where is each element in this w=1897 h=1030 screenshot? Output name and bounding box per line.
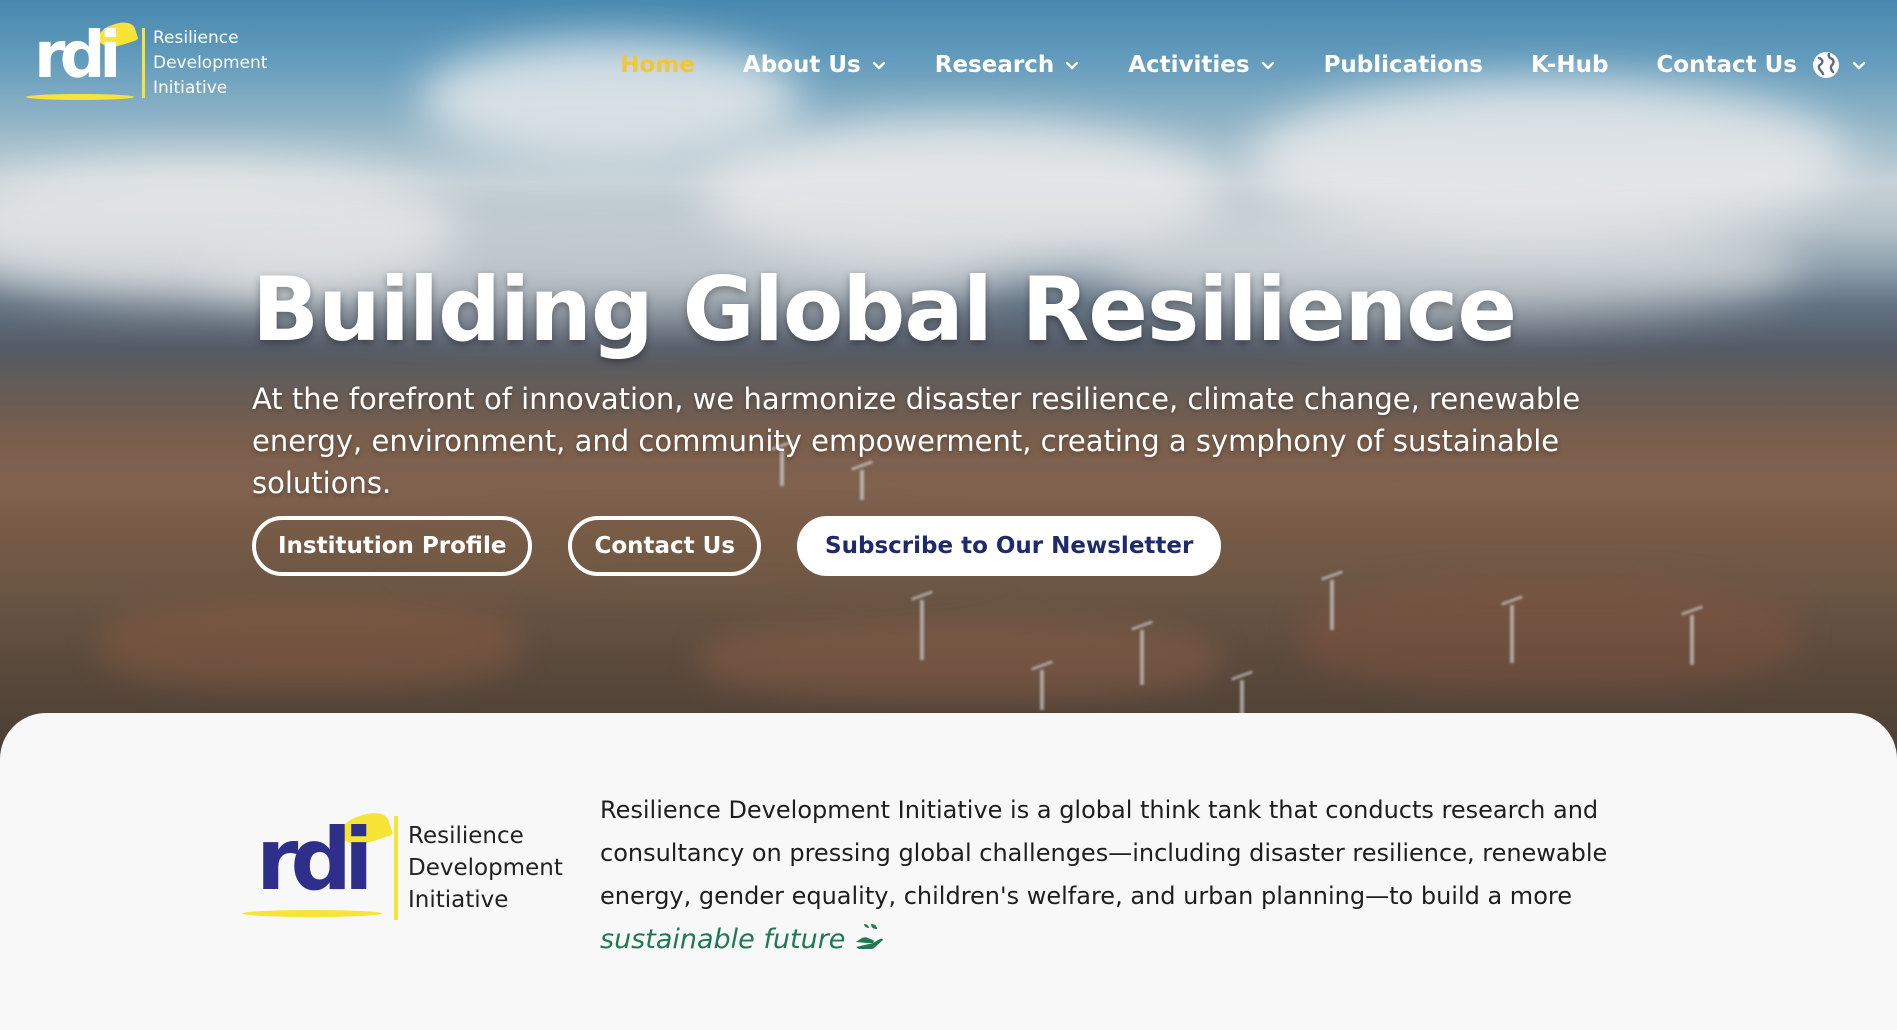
nav-item-about-us[interactable]: About Us: [743, 52, 887, 78]
nav-item-contact-us[interactable]: Contact Us: [1656, 52, 1797, 78]
logo-wordmark: Resilience Development Initiative: [408, 823, 563, 913]
about-logo: rdi Resilience Development Initiative: [242, 807, 563, 923]
chevron-down-icon: [872, 61, 885, 70]
about-panel: rdi Resilience Development Initiative Re…: [0, 713, 1897, 1030]
logo-wordmark: Resilience Development Initiative: [153, 27, 268, 98]
contact-us-button[interactable]: Contact Us: [568, 516, 762, 576]
hero-title: Building Global Resilience: [252, 258, 1517, 361]
nav-item-research[interactable]: Research: [935, 52, 1080, 78]
about-highlight: sustainable future: [600, 924, 846, 955]
language-selector[interactable]: [1811, 50, 1867, 80]
chevron-down-icon: [1066, 61, 1079, 70]
main-nav: Home About Us Research Activities Public…: [620, 50, 1867, 80]
chevron-down-icon: [1852, 61, 1866, 70]
about-text: Resilience Development Initiative is a g…: [600, 796, 1608, 910]
nav-item-k-hub[interactable]: K-Hub: [1531, 52, 1608, 78]
nav-item-publications[interactable]: Publications: [1324, 52, 1483, 78]
about-description: Resilience Development Initiative is a g…: [600, 789, 1680, 962]
rdi-logo-mark: rdi: [242, 807, 394, 923]
nav-item-activities[interactable]: Activities: [1128, 52, 1275, 78]
nav-item-home[interactable]: Home: [620, 52, 695, 78]
globe-icon: [1813, 52, 1839, 78]
institution-profile-button[interactable]: Institution Profile: [252, 516, 533, 576]
hero-actions: Institution Profile Contact Us Subscribe…: [252, 516, 1222, 576]
rdi-logo-mark: rdi: [24, 18, 139, 104]
hero-subtitle: At the forefront of innovation, we harmo…: [252, 382, 1581, 500]
subscribe-newsletter-button[interactable]: Subscribe to Our Newsletter: [797, 516, 1222, 576]
chevron-down-icon: [1261, 61, 1274, 70]
site-logo[interactable]: rdi Resilience Development Initiative: [24, 18, 268, 104]
hand-seedling-icon: [856, 924, 884, 949]
